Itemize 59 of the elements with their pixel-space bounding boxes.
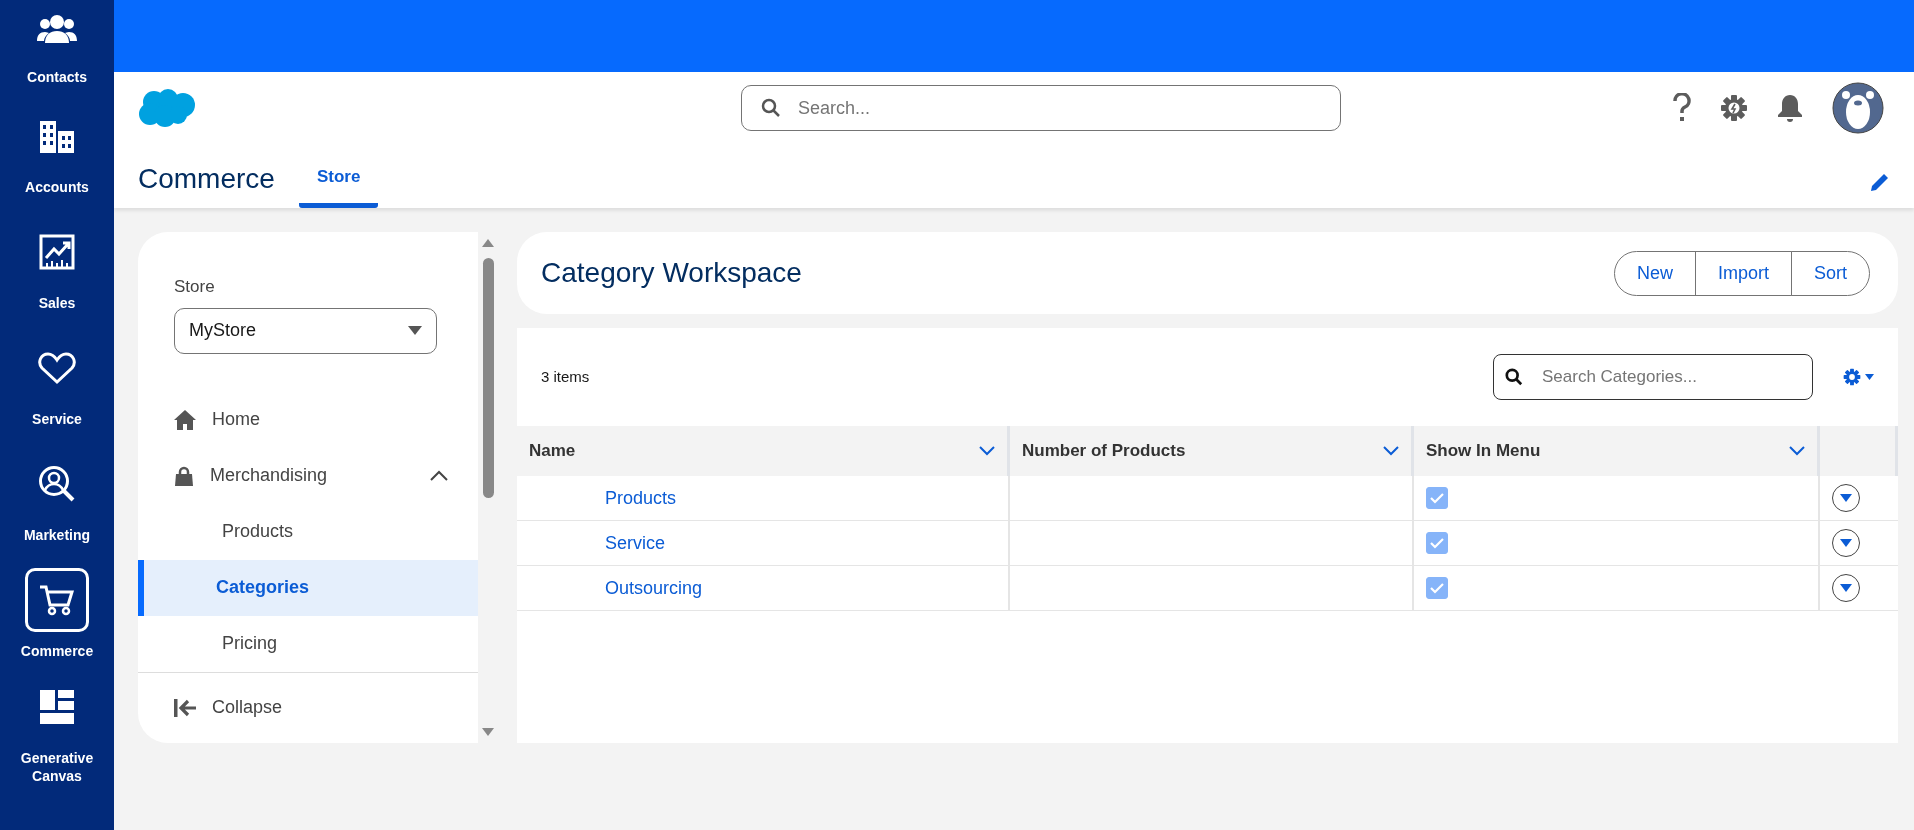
- home-icon: [174, 409, 196, 430]
- column-header[interactable]: Show In Menu: [1414, 426, 1820, 476]
- cloud-logo: [138, 88, 196, 128]
- app-rail-label[interactable]: Marketing: [23, 525, 91, 545]
- row-actions-button[interactable]: [1832, 529, 1860, 557]
- store-select[interactable]: MyStore: [174, 307, 437, 354]
- caret-icon: [1840, 494, 1852, 502]
- chevron-down-icon: [1789, 446, 1805, 456]
- app-rail-label[interactable]: Sales: [38, 293, 76, 313]
- checkmark-icon: [1429, 582, 1445, 594]
- store-label: Store: [173, 276, 216, 298]
- caret-icon: [1840, 584, 1852, 592]
- row-actions-button[interactable]: [1832, 574, 1860, 602]
- chevron-up-icon: [430, 470, 448, 481]
- app-rail-label[interactable]: Contacts: [27, 67, 87, 86]
- category-search-field[interactable]: Search Categories...: [1493, 354, 1813, 400]
- category-link[interactable]: Outsourcing: [517, 574, 703, 602]
- scrollbar-thumb[interactable]: [483, 258, 494, 498]
- tab[interactable]: Store: [298, 155, 379, 208]
- app-name: Commerce: [138, 162, 275, 196]
- cart-icon[interactable]: [25, 567, 89, 632]
- workspace-title: Category Workspace: [541, 256, 802, 290]
- column-header[interactable]: Name: [517, 426, 1010, 476]
- scroll-down-icon[interactable]: [481, 727, 495, 737]
- shopping-bag-icon: [174, 465, 194, 486]
- chevron-down-icon: [979, 446, 995, 456]
- chevron-down-icon: [1383, 446, 1399, 456]
- edit-pencil-icon[interactable]: [1870, 172, 1890, 192]
- notification-bell-icon[interactable]: [1776, 93, 1804, 123]
- help-icon[interactable]: [1672, 93, 1692, 123]
- caret-icon: [1865, 374, 1874, 380]
- category-link[interactable]: Service: [517, 529, 666, 557]
- app-rail-label[interactable]: Accounts: [25, 177, 89, 197]
- toolbar-button[interactable]: New: [1613, 250, 1696, 296]
- row-actions-button[interactable]: [1832, 484, 1860, 512]
- settings-icon: [1843, 368, 1861, 386]
- nav-subitem[interactable]: Categories: [138, 559, 478, 616]
- checkmark-icon: [1429, 492, 1445, 504]
- search-field[interactable]: Search...: [741, 85, 1341, 131]
- avatar-icon[interactable]: [1832, 82, 1884, 134]
- app-rail-label[interactable]: Commerce: [20, 641, 94, 661]
- caret-icon: [1840, 539, 1852, 547]
- toolbar-button[interactable]: Import: [1694, 250, 1792, 296]
- nav-item[interactable]: Merchandising: [138, 447, 478, 504]
- caret-icon: [408, 326, 422, 335]
- item-count: 3 items: [541, 366, 590, 387]
- toolbar-button[interactable]: Sort: [1791, 250, 1870, 296]
- checkmark-icon: [1429, 537, 1445, 549]
- category-link[interactable]: Products: [517, 484, 677, 512]
- collapse-arrow-icon: [174, 698, 196, 717]
- nav-item[interactable]: Home: [138, 391, 478, 448]
- app-rail-label[interactable]: Generative Canvas: [7, 748, 107, 786]
- nav-subitem[interactable]: Products: [138, 503, 478, 560]
- nav-subitem[interactable]: Pricing: [138, 615, 478, 672]
- list-settings-button[interactable]: [1843, 368, 1874, 386]
- scroll-up-icon[interactable]: [481, 238, 495, 248]
- app-rail-label[interactable]: Service: [32, 409, 82, 429]
- collapse-button[interactable]: Collapse: [138, 672, 478, 743]
- column-header[interactable]: Number of Products: [1010, 426, 1414, 476]
